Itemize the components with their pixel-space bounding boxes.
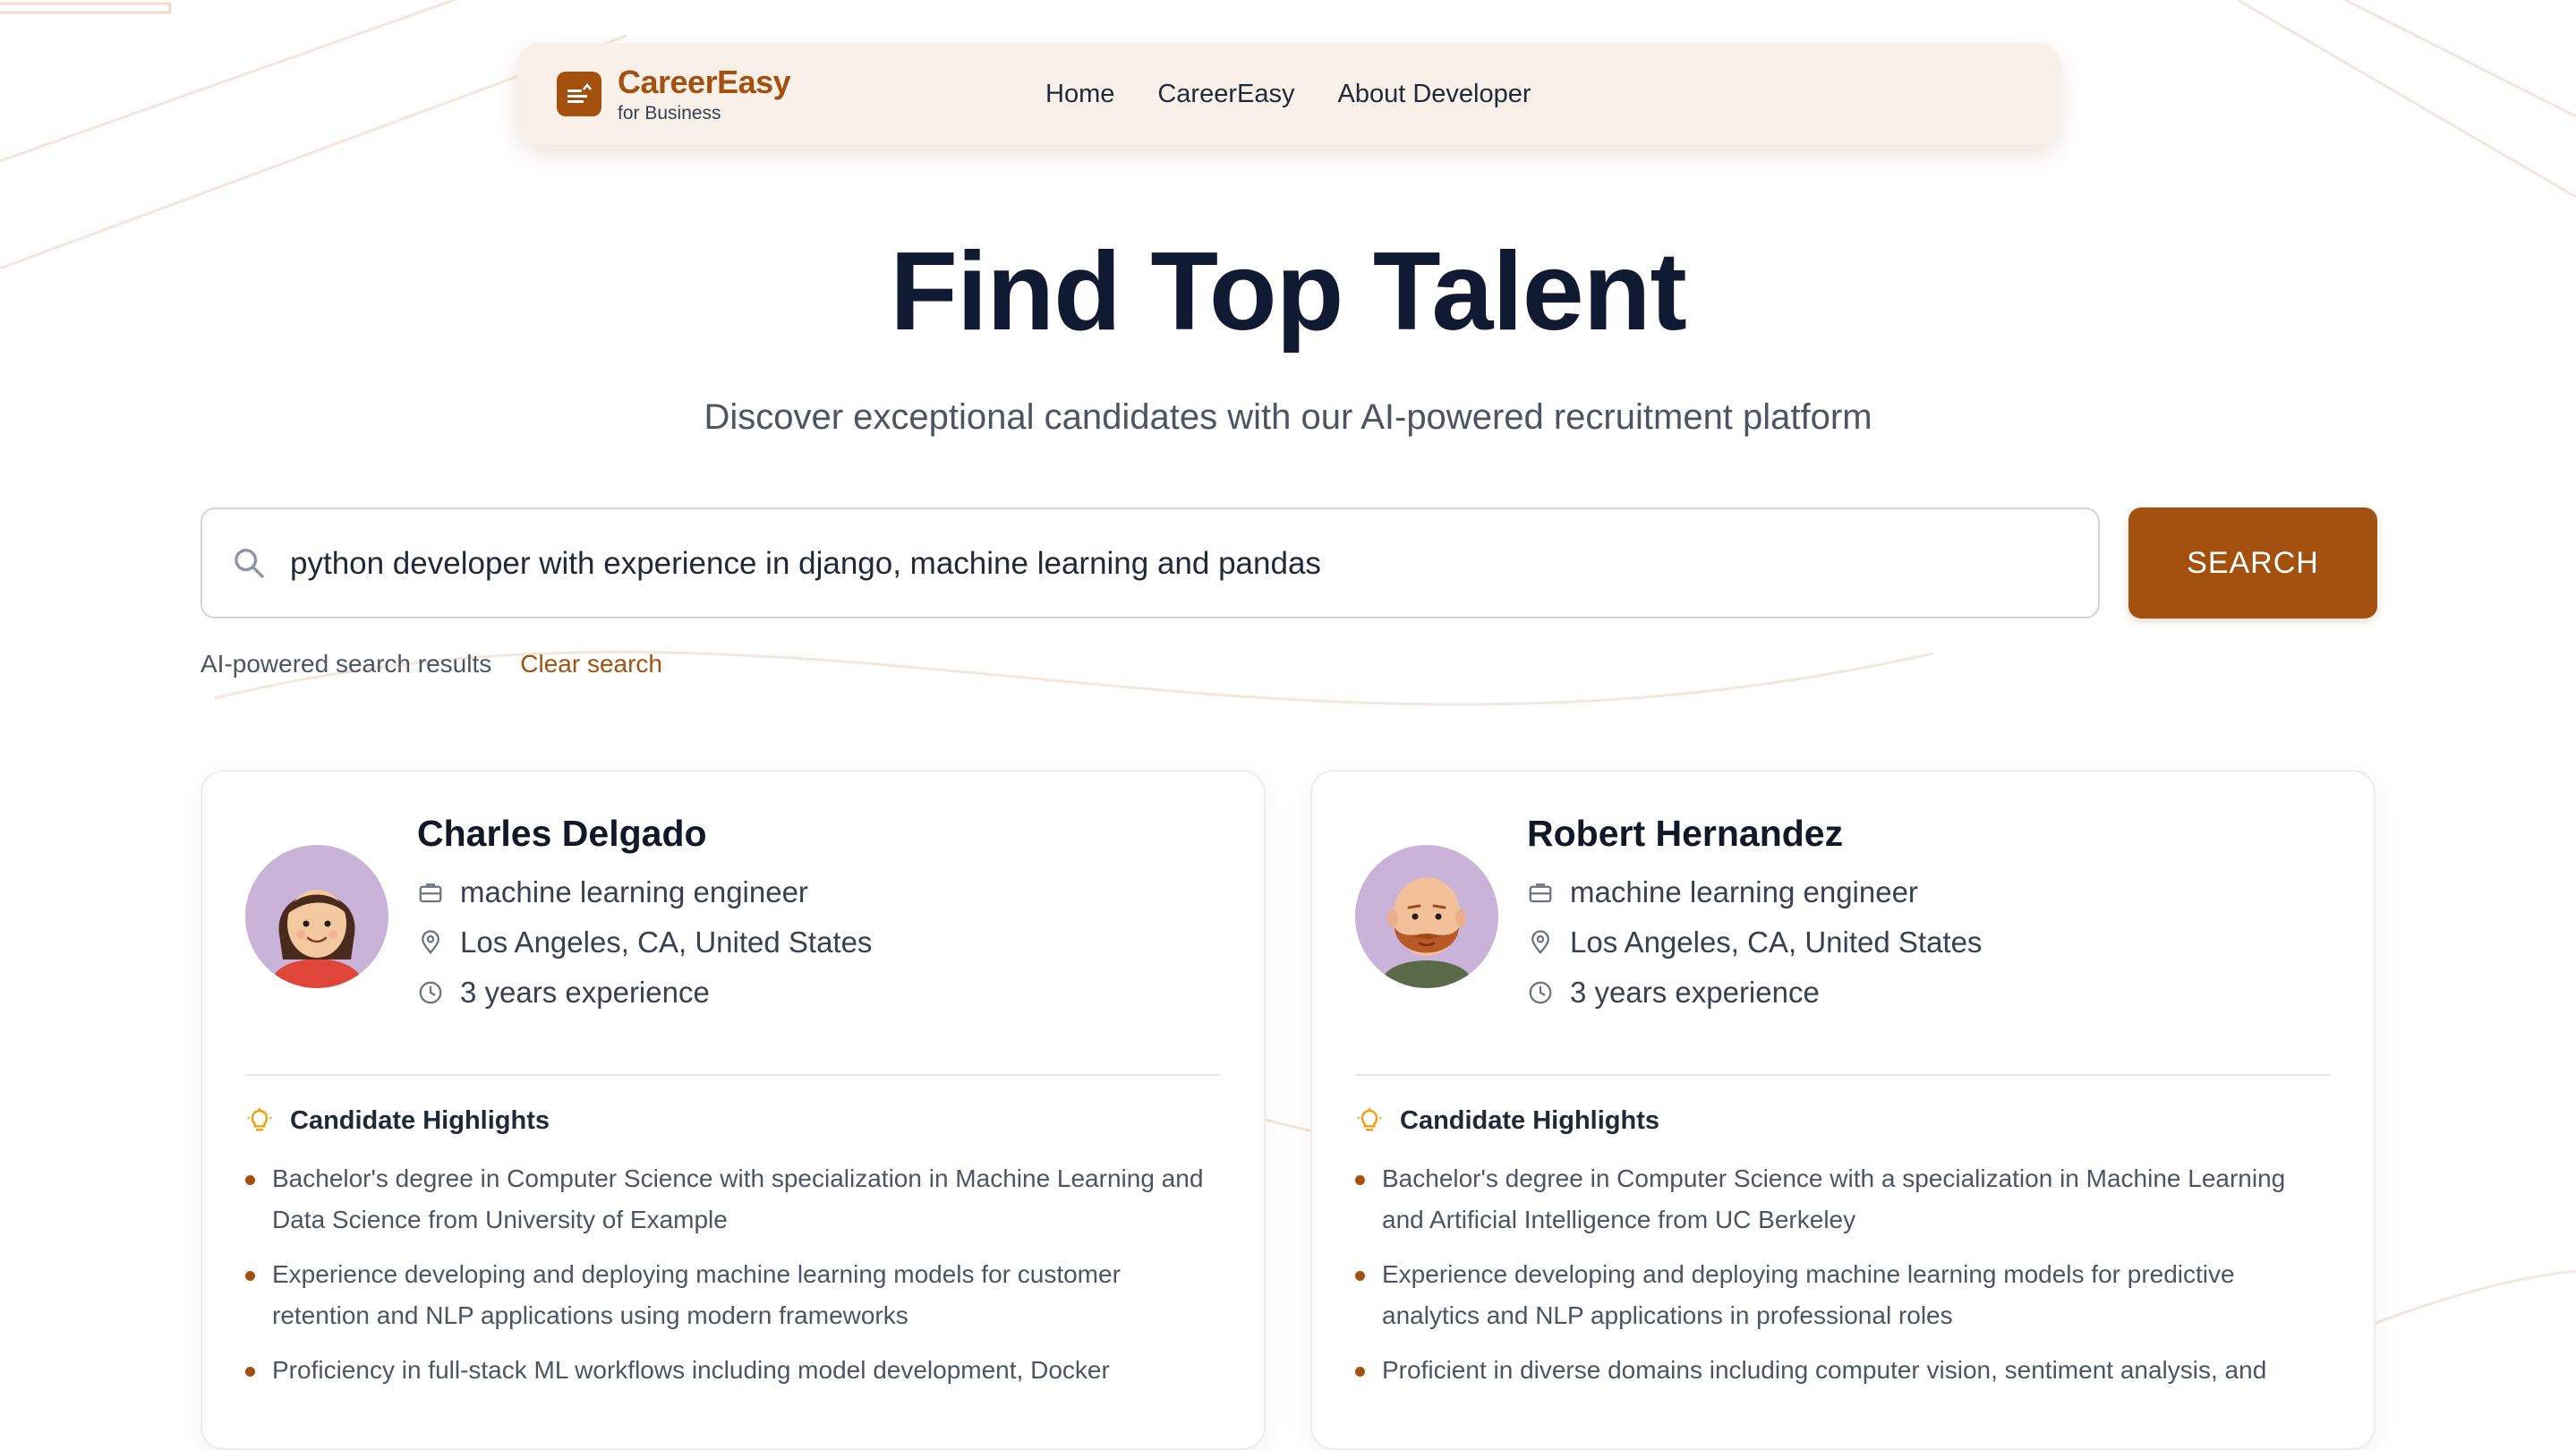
highlight-item: Bachelor's degree in Computer Science wi… [1355,1158,2322,1241]
clock-icon [1529,981,1552,1004]
card-divider [1355,1074,2331,1076]
highlights-heading: Candidate Highlights [245,1106,550,1136]
brand-logo[interactable]: CareerEasy for Business [618,63,791,124]
clock-icon [419,981,442,1004]
search-meta: AI-powered search results Clear search [200,650,662,678]
brand-name: CareerEasy [618,63,791,100]
candidate-experience-row: 3 years experience [417,976,710,1010]
highlights-list: Bachelor's degree in Computer Science wi… [245,1158,1212,1404]
candidate-title-row: machine learning engineer [1527,875,1918,909]
highlights-title: Candidate Highlights [290,1106,550,1135]
candidate-title: machine learning engineer [460,875,808,908]
location-pin-icon [422,930,439,955]
highlight-item: Experience developing and deploying mach… [1355,1254,2322,1336]
search-results-label: AI-powered search results [200,650,492,678]
candidate-location-row: Los Angeles, CA, United States [417,925,872,960]
avatar [1355,845,1498,988]
highlights-title: Candidate Highlights [1400,1106,1659,1135]
page-title: Find Top Talent [890,230,1687,354]
search-icon [235,549,264,578]
candidate-card[interactable]: Charles Delgado machine learning enginee… [200,770,1266,1450]
candidate-location-row: Los Angeles, CA, United States [1527,925,1982,960]
lightbulb-icon [247,1107,272,1131]
highlight-item: Bachelor's degree in Computer Science wi… [245,1158,1212,1241]
search-input[interactable] [288,509,2064,618]
highlight-item: Proficient in diverse domains including … [1355,1350,2322,1391]
candidate-name[interactable]: Robert Hernandez [1527,813,1843,855]
lightbulb-icon [1357,1107,1382,1131]
candidate-name[interactable]: Charles Delgado [417,813,707,855]
nav-link-about-developer[interactable]: About Developer [1337,80,1531,109]
search-button[interactable]: SEARCH [2128,508,2377,618]
candidate-title: machine learning engineer [1570,875,1918,908]
logo-icon[interactable] [557,72,601,116]
nav-link-home[interactable]: Home [1045,80,1114,109]
candidate-card[interactable]: Robert Hernandez machine learning engine… [1310,770,2376,1450]
top-navbar: CareerEasy for Business Home CareerEasy … [517,43,2060,145]
brand-tagline: for Business [618,102,721,124]
search-box[interactable] [200,508,2100,618]
nav-link-careereasy[interactable]: CareerEasy [1157,80,1294,109]
candidate-experience: 3 years experience [460,976,710,1009]
candidate-title-row: machine learning engineer [417,875,808,909]
location-pin-icon [1531,930,1549,955]
briefcase-icon [419,883,442,903]
page-subtitle: Discover exceptional candidates with our… [704,397,1872,437]
candidate-location: Los Angeles, CA, United States [1570,925,1983,959]
highlight-item: Experience developing and deploying mach… [245,1254,1212,1336]
candidate-location: Los Angeles, CA, United States [460,925,873,959]
card-divider [245,1074,1221,1076]
avatar [245,845,388,988]
candidate-experience: 3 years experience [1570,976,1820,1009]
briefcase-icon [1529,883,1552,903]
highlights-list: Bachelor's degree in Computer Science wi… [1355,1158,2322,1404]
highlights-heading: Candidate Highlights [1355,1106,1659,1136]
clear-search-link[interactable]: Clear search [520,650,662,678]
candidate-experience-row: 3 years experience [1527,976,1820,1010]
highlight-item: Proficiency in full-stack ML workflows i… [245,1350,1212,1391]
nav-links: Home CareerEasy About Developer [1045,43,1574,145]
